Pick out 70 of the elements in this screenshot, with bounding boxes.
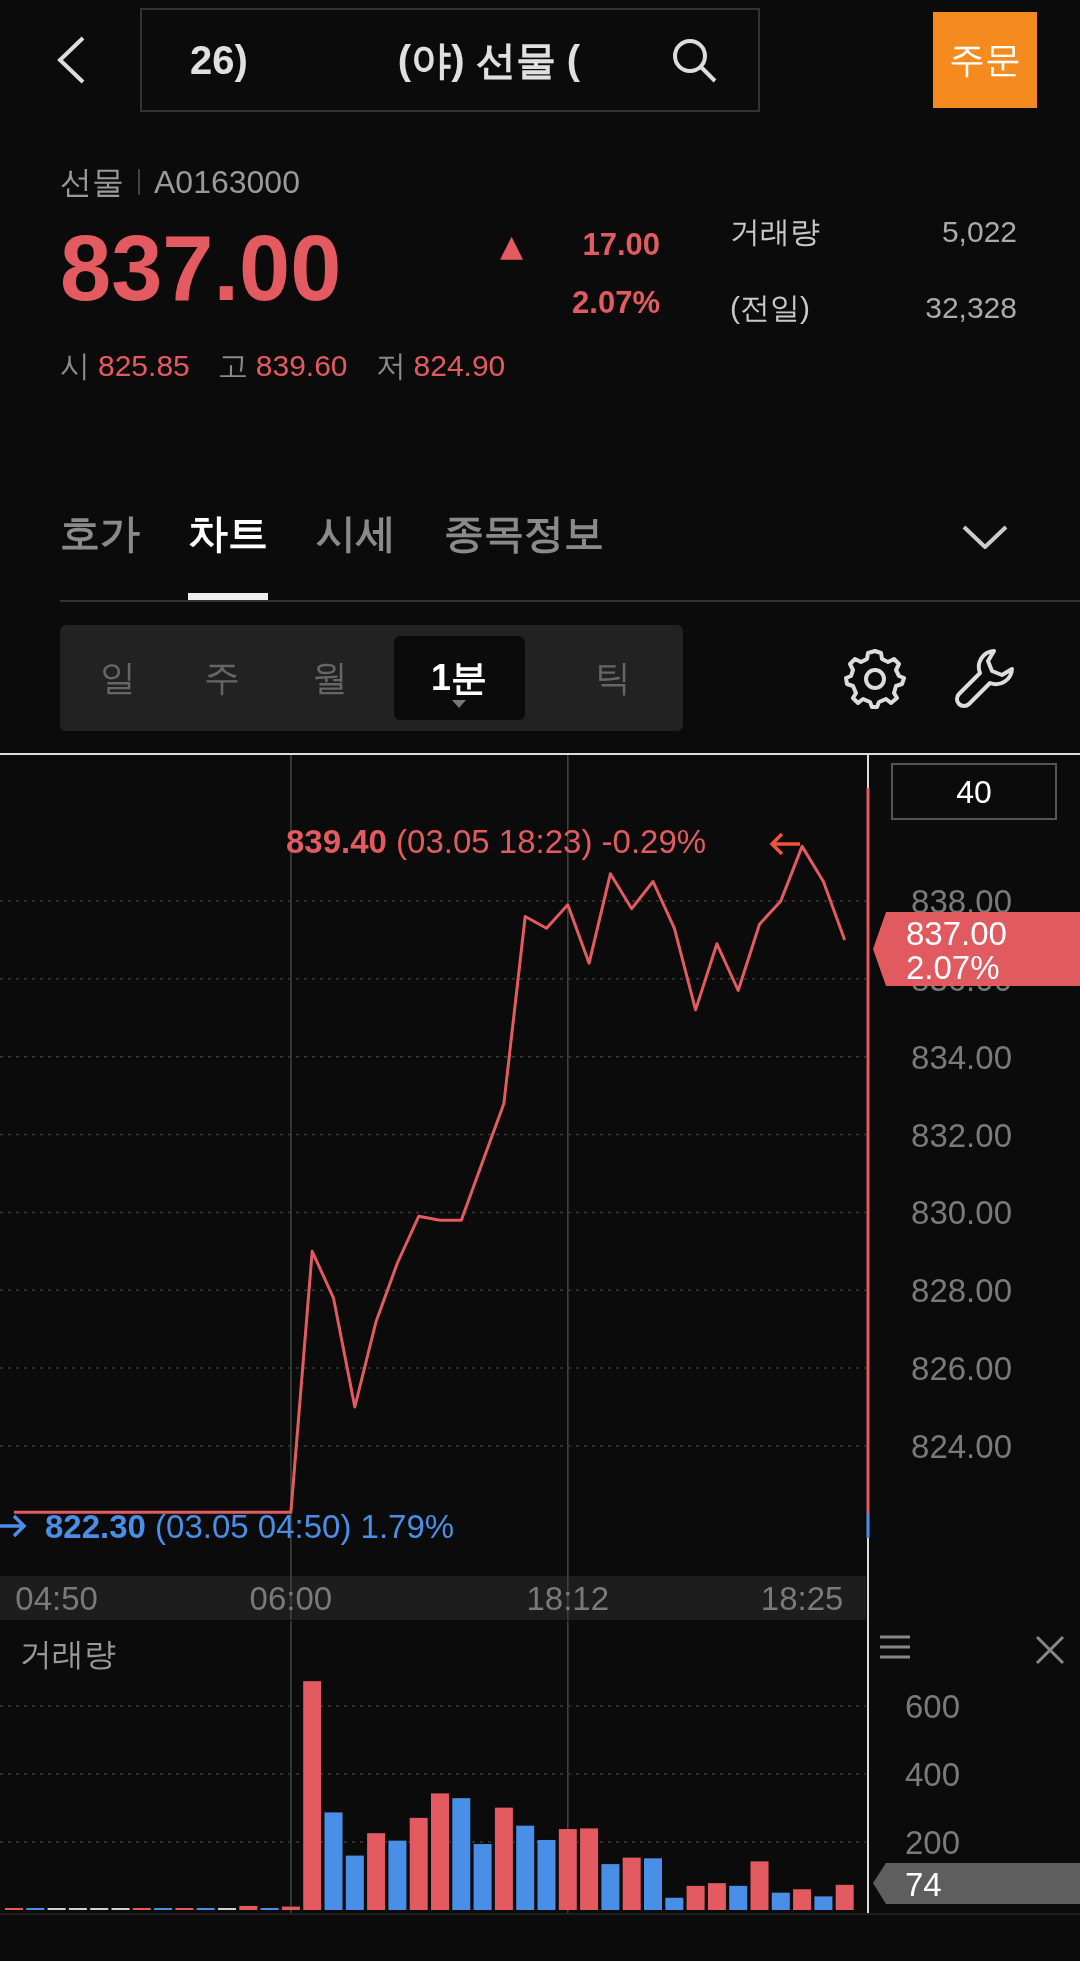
time-axis-label: 18:12	[526, 1580, 610, 1617]
price-axis-label: 828.00	[911, 1272, 1012, 1310]
category-label: 선물	[60, 163, 124, 202]
volume-bar	[345, 1855, 364, 1910]
ohl-label: 고	[217, 348, 248, 384]
time-axis-label: 18:25	[760, 1580, 844, 1617]
left-arrow-icon	[769, 832, 802, 856]
volume-bar	[707, 1883, 726, 1910]
tab[interactable]: 차트	[188, 505, 268, 600]
volume-axis-label: 200	[905, 1824, 961, 1861]
price-axis-label: 830.00	[911, 1194, 1012, 1232]
price-axis-label: 834.00	[911, 1038, 1012, 1076]
volume-bar	[644, 1858, 662, 1910]
search-icon[interactable]	[670, 36, 718, 84]
price-axis-label: 832.00	[911, 1116, 1012, 1154]
start-time-marker	[866, 1513, 870, 1538]
right-arrow-icon	[0, 1514, 27, 1538]
volume-bar	[835, 1884, 854, 1910]
time-axis-label: 06:00	[249, 1580, 333, 1617]
trend-mark: ▲	[500, 227, 524, 263]
volume-bar	[601, 1864, 620, 1910]
tab[interactable]: 종목정보	[444, 505, 604, 593]
volume-value: 5,022	[941, 215, 1017, 249]
ohl-label: 시	[60, 348, 90, 384]
time-axis-label: 04:50	[15, 1580, 98, 1617]
volume-bar	[750, 1861, 769, 1910]
caret-icon	[451, 700, 466, 708]
volume-label: 거래량	[730, 213, 820, 250]
ohl-value: 824.90	[413, 348, 506, 384]
tab[interactable]: 시세	[316, 505, 396, 593]
high-price-note: 839.40 (03.05 18:23) -0.29%	[286, 823, 707, 860]
tab[interactable]: 호가	[60, 505, 140, 593]
volume-axis-label: 600	[905, 1688, 961, 1725]
ohl-label: 저	[375, 348, 406, 384]
price-axis-label: 826.00	[911, 1350, 1012, 1388]
current-price: 837.00	[60, 218, 343, 318]
search-field[interactable]: 26) (야) 선물 (	[140, 8, 760, 112]
volume-bar	[814, 1896, 833, 1910]
ohl-value: 839.60	[255, 348, 348, 384]
volume-bar	[281, 1906, 300, 1910]
volume-bar	[771, 1892, 790, 1910]
volume-bar	[622, 1857, 641, 1910]
volume-bar	[239, 1905, 258, 1910]
change-value: 17.00	[582, 227, 660, 263]
period-option[interactable]: 1분	[393, 636, 525, 720]
volume-panel-title: 거래량	[20, 1636, 116, 1672]
close-icon[interactable]	[1035, 1635, 1065, 1665]
previous-day-label: (전일)	[730, 289, 810, 326]
price-axis-label: 824.00	[911, 1428, 1012, 1465]
change-rate: 2.07%	[572, 285, 660, 321]
low-price-note: 822.30 (03.05 04:50) 1.79%	[45, 1508, 455, 1545]
wrench-icon[interactable]	[954, 647, 1016, 709]
menu-icon[interactable]	[878, 1635, 912, 1659]
chevron-down-icon[interactable]	[962, 525, 1008, 549]
volume-bar	[665, 1897, 684, 1910]
current-volume-tag-value: 74	[905, 1866, 942, 1903]
count-field[interactable]: 40	[891, 763, 1057, 820]
settings-icon[interactable]	[844, 647, 906, 709]
volume-bar	[537, 1839, 556, 1910]
volume-bar	[793, 1889, 812, 1910]
back-icon[interactable]	[55, 35, 87, 85]
ohl-value: 825.85	[98, 348, 190, 384]
volume-bar	[729, 1885, 748, 1910]
volume-bar	[686, 1885, 705, 1910]
volume-axis-label: 400	[905, 1756, 961, 1793]
volume-bar	[388, 1840, 407, 1910]
current-price-tag-rate: 2.07%	[906, 949, 1000, 986]
product-code: A0163000	[154, 163, 300, 202]
previous-volume-value: 32,328	[925, 291, 1017, 325]
volume-bar	[473, 1844, 492, 1910]
